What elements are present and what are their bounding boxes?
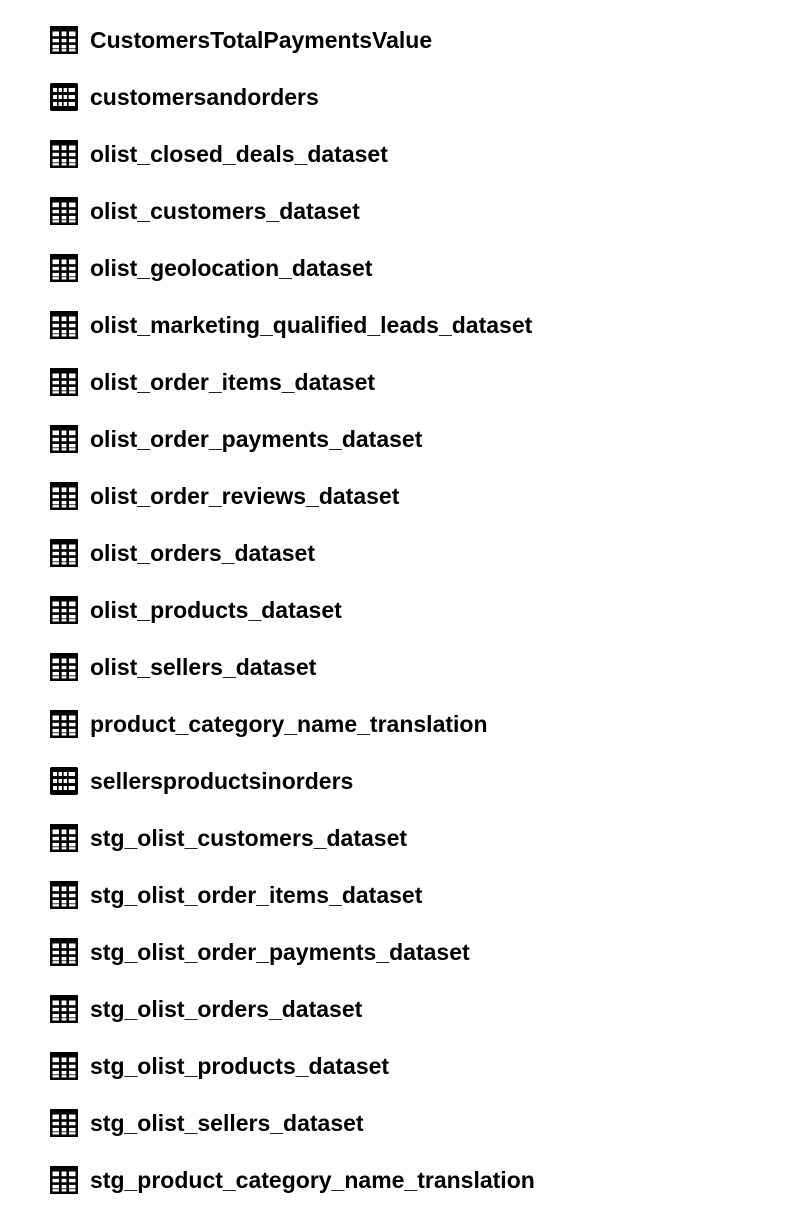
resource-item-table[interactable]: olist_order_payments_dataset: [50, 410, 790, 467]
resource-item-table[interactable]: olist_orders_dataset: [50, 524, 790, 581]
table-icon: [50, 994, 78, 1023]
resource-item-table[interactable]: stg_olist_products_dataset: [50, 1037, 790, 1094]
table-icon: [50, 25, 78, 54]
view-icon: [50, 766, 78, 795]
resource-label: CustomersTotalPaymentsValue: [90, 26, 433, 53]
table-icon: [50, 823, 78, 852]
resource-list: CustomersTotalPaymentsValue customersand…: [50, 11, 790, 1208]
resource-item-table[interactable]: stg_olist_sellers_dataset: [50, 1094, 790, 1151]
resource-item-table[interactable]: olist_products_dataset: [50, 581, 790, 638]
table-icon: [50, 310, 78, 339]
resource-item-table[interactable]: stg_product_category_name_translation: [50, 1151, 790, 1208]
table-icon: [50, 139, 78, 168]
table-icon: [50, 253, 78, 282]
resource-item-table[interactable]: olist_order_reviews_dataset: [50, 467, 790, 524]
resource-item-table[interactable]: olist_sellers_dataset: [50, 638, 790, 695]
resource-item-table[interactable]: olist_marketing_qualified_leads_dataset: [50, 296, 790, 353]
resource-item-view[interactable]: customersandorders: [50, 68, 790, 125]
resource-item-table[interactable]: olist_geolocation_dataset: [50, 239, 790, 296]
table-icon: [50, 937, 78, 966]
resource-item-table[interactable]: stg_olist_orders_dataset: [50, 980, 790, 1037]
table-icon: [50, 367, 78, 396]
resource-label: olist_orders_dataset: [90, 539, 315, 566]
table-icon: [50, 1051, 78, 1080]
resource-label: olist_geolocation_dataset: [90, 254, 373, 281]
resource-label: stg_olist_order_payments_dataset: [90, 938, 470, 965]
table-icon: [50, 1165, 78, 1194]
resource-item-table[interactable]: stg_olist_customers_dataset: [50, 809, 790, 866]
table-icon: [50, 880, 78, 909]
table-icon: [50, 595, 78, 624]
resource-label: olist_sellers_dataset: [90, 653, 317, 680]
resource-item-table[interactable]: olist_closed_deals_dataset: [50, 125, 790, 182]
resource-label: stg_product_category_name_translation: [90, 1166, 535, 1193]
view-icon: [50, 82, 78, 111]
resource-label: stg_olist_order_items_dataset: [90, 881, 423, 908]
resource-label: olist_order_reviews_dataset: [90, 482, 400, 509]
resource-label: olist_closed_deals_dataset: [90, 140, 388, 167]
table-icon: [50, 538, 78, 567]
resource-label: olist_order_payments_dataset: [90, 425, 423, 452]
resource-label: olist_order_items_dataset: [90, 368, 376, 395]
table-icon: [50, 1108, 78, 1137]
table-icon: [50, 709, 78, 738]
resource-label: stg_olist_customers_dataset: [90, 824, 408, 851]
table-icon: [50, 652, 78, 681]
resource-label: product_category_name_translation: [90, 710, 488, 737]
resource-label: olist_products_dataset: [90, 596, 342, 623]
resource-label: customersandorders: [90, 83, 319, 110]
resource-item-view[interactable]: sellersproductsinorders: [50, 752, 790, 809]
table-icon: [50, 481, 78, 510]
resource-item-table[interactable]: product_category_name_translation: [50, 695, 790, 752]
resource-label: olist_customers_dataset: [90, 197, 360, 224]
table-icon: [50, 424, 78, 453]
resource-label: olist_marketing_qualified_leads_dataset: [90, 311, 533, 338]
table-icon: [50, 196, 78, 225]
resource-label: stg_olist_sellers_dataset: [90, 1109, 364, 1136]
resource-item-table[interactable]: stg_olist_order_payments_dataset: [50, 923, 790, 980]
resource-item-table[interactable]: olist_order_items_dataset: [50, 353, 790, 410]
resource-label: stg_olist_products_dataset: [90, 1052, 390, 1079]
resource-item-table[interactable]: stg_olist_order_items_dataset: [50, 866, 790, 923]
resource-label: sellersproductsinorders: [90, 767, 354, 794]
resource-label: stg_olist_orders_dataset: [90, 995, 363, 1022]
resource-item-table[interactable]: CustomersTotalPaymentsValue: [50, 11, 790, 68]
resource-item-table[interactable]: olist_customers_dataset: [50, 182, 790, 239]
